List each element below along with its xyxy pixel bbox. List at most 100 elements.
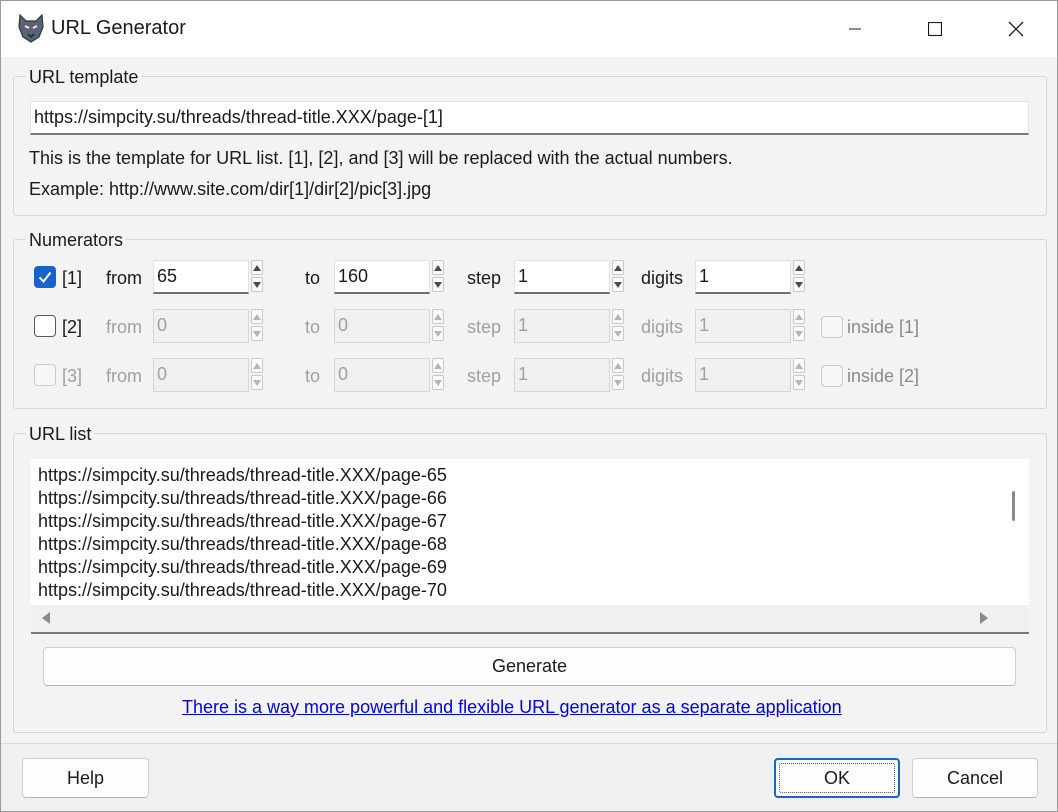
numerator-3-digits-spinner[interactable] (793, 358, 807, 392)
maximize-icon (928, 22, 942, 36)
arrow-up-icon (434, 313, 442, 320)
arrow-down-icon (253, 379, 261, 386)
generate-button[interactable]: Generate (43, 647, 1016, 686)
separate-generator-link[interactable]: There is a way more powerful and flexibl… (182, 697, 842, 718)
spin-down-button[interactable] (251, 375, 263, 390)
spin-down-button[interactable] (612, 375, 624, 390)
numerator-3-step-label: step (467, 366, 502, 386)
spin-up-button[interactable] (612, 260, 624, 275)
spin-up-button[interactable] (612, 358, 624, 373)
spin-down-button[interactable] (793, 375, 805, 390)
numerator-2-tag: [2] (62, 317, 83, 337)
numerator-1-digits-input[interactable]: 1 (695, 260, 791, 294)
numerator-3-from-input[interactable]: 0 (153, 358, 249, 392)
numerator-3-step-spinner[interactable] (612, 358, 626, 392)
inside-2-checkbox[interactable] (821, 365, 843, 387)
arrow-up-icon (795, 313, 803, 320)
inside-1-checkbox[interactable] (821, 316, 843, 338)
url-list-textarea[interactable]: https://simpcity.su/threads/thread-title… (31, 459, 1029, 634)
arrow-up-icon (253, 313, 261, 320)
spin-up-button[interactable] (432, 358, 444, 373)
list-item: https://simpcity.su/threads/thread-title… (38, 580, 447, 600)
url-generator-window: URL Generator URL template https://simpc… (0, 0, 1058, 812)
spin-down-button[interactable] (612, 326, 624, 341)
numerator-3-from-spinner[interactable] (251, 358, 265, 392)
spin-down-button[interactable] (251, 326, 263, 341)
numerator-2-digits-spinner[interactable] (793, 309, 807, 343)
spin-up-button[interactable] (251, 260, 263, 275)
numerator-3-from-label: from (106, 366, 142, 386)
numerator-2-from-spinner[interactable] (251, 309, 265, 343)
arrow-up-icon (614, 264, 622, 271)
help-button[interactable]: Help (22, 758, 149, 798)
numerator-2-step-spinner[interactable] (612, 309, 626, 343)
arrow-up-icon (795, 362, 803, 369)
numerator-1-step-input[interactable]: 1 (514, 260, 610, 294)
numerator-1-to-spinner[interactable] (432, 260, 446, 294)
spin-up-button[interactable] (793, 358, 805, 373)
maximize-button[interactable] (895, 1, 975, 57)
spin-down-button[interactable] (432, 375, 444, 390)
scroll-right-icon[interactable] (979, 612, 989, 624)
arrow-down-icon (434, 330, 442, 337)
numerator-3-tag: [3] (62, 366, 83, 386)
numerator-3-to-spinner[interactable] (432, 358, 446, 392)
numerator-1-step-spinner[interactable] (612, 260, 626, 294)
horizontal-scrollbar[interactable] (31, 605, 1029, 632)
spin-down-button[interactable] (432, 277, 444, 292)
cancel-button[interactable]: Cancel (912, 758, 1038, 798)
numerator-1-digits-spinner[interactable] (793, 260, 807, 294)
numerator-3-step-input[interactable]: 1 (514, 358, 610, 392)
arrow-down-icon (614, 379, 622, 386)
list-item: https://simpcity.su/threads/thread-title… (38, 488, 447, 508)
spin-up-button[interactable] (793, 309, 805, 324)
spin-up-button[interactable] (251, 309, 263, 324)
spin-up-button[interactable] (432, 309, 444, 324)
close-button[interactable] (976, 1, 1056, 57)
template-example-text: Example: http://www.site.com/dir[1]/dir[… (29, 179, 432, 199)
spin-down-button[interactable] (432, 326, 444, 341)
spin-up-button[interactable] (251, 358, 263, 373)
spin-down-button[interactable] (793, 277, 805, 292)
numerator-3-checkbox[interactable] (34, 364, 56, 386)
numerator-2-to-spinner[interactable] (432, 309, 446, 343)
spin-up-button[interactable] (793, 260, 805, 275)
numerator-2-step-input[interactable]: 1 (514, 309, 610, 343)
url-list-lines: https://simpcity.su/threads/thread-title… (38, 464, 447, 602)
numerator-2-from-label: from (106, 317, 142, 337)
scroll-left-icon[interactable] (41, 612, 51, 624)
title-bar[interactable]: URL Generator (1, 1, 1057, 57)
numerator-2-digits-input[interactable]: 1 (695, 309, 791, 343)
ok-button[interactable]: OK (774, 758, 900, 798)
numerator-2-from-input[interactable]: 0 (153, 309, 249, 343)
spin-up-button[interactable] (612, 309, 624, 324)
arrow-down-icon (795, 330, 803, 337)
url-template-group-label: URL template (26, 66, 142, 88)
spin-down-button[interactable] (793, 326, 805, 341)
spin-down-button[interactable] (612, 277, 624, 292)
numerator-1-to-input[interactable]: 160 (334, 260, 430, 294)
spin-down-button[interactable] (251, 277, 263, 292)
template-help-text: This is the template for URL list. [1], … (29, 148, 733, 168)
arrow-down-icon (614, 281, 622, 288)
window-title: URL Generator (51, 17, 186, 39)
vertical-scrollbar-thumb[interactable] (1012, 491, 1015, 521)
arrow-up-icon (614, 313, 622, 320)
spin-up-button[interactable] (432, 260, 444, 275)
minimize-button[interactable] (815, 1, 895, 57)
url-list-group-label: URL list (26, 423, 95, 445)
numerator-1-from-spinner[interactable] (251, 260, 265, 294)
numerator-1-from-input[interactable]: 65 (153, 260, 249, 294)
numerator-1-checkbox[interactable] (34, 266, 56, 288)
numerator-1-tag: [1] (62, 268, 83, 288)
arrow-up-icon (434, 362, 442, 369)
url-template-input[interactable]: https://simpcity.su/threads/thread-title… (30, 101, 1029, 135)
numerator-3-digits-input[interactable]: 1 (695, 358, 791, 392)
list-item: https://simpcity.su/threads/thread-title… (38, 465, 447, 485)
close-icon (1008, 21, 1024, 37)
numerator-3-to-input[interactable]: 0 (334, 358, 430, 392)
numerator-2-to-input[interactable]: 0 (334, 309, 430, 343)
ok-button-label: OK (823, 767, 850, 788)
numerator-2-checkbox[interactable] (34, 315, 56, 337)
arrow-down-icon (795, 281, 803, 288)
